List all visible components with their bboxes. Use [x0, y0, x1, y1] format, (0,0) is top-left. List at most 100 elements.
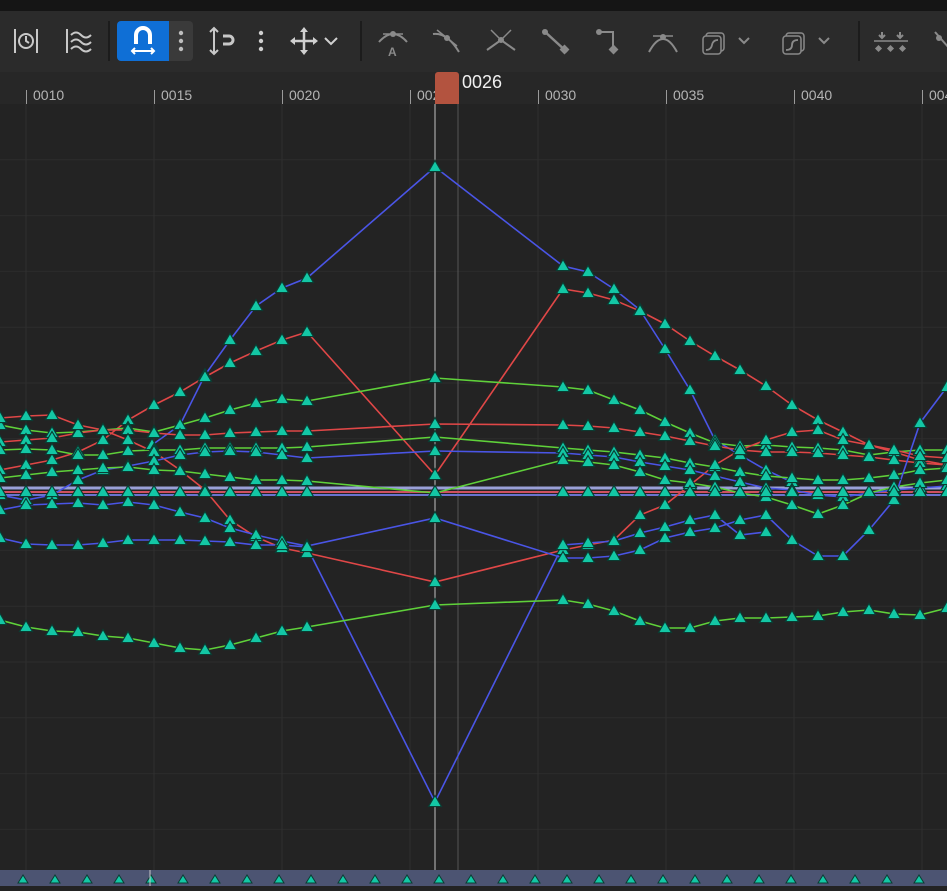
key-marker[interactable]: [276, 425, 289, 436]
overflow-tool-button[interactable]: [926, 21, 947, 61]
summary-key-marker[interactable]: [402, 875, 412, 883]
key-marker[interactable]: [250, 345, 263, 356]
normalize-button[interactable]: [202, 21, 242, 61]
user-tangent-button[interactable]: [426, 21, 468, 61]
key-marker[interactable]: [684, 384, 697, 395]
animation-curve[interactable]: [152, 167, 435, 445]
key-marker[interactable]: [709, 509, 722, 520]
summary-key-marker[interactable]: [242, 875, 252, 883]
summary-key-marker[interactable]: [466, 875, 476, 883]
key-marker[interactable]: [429, 445, 442, 456]
key-marker[interactable]: [122, 496, 135, 507]
summary-key-marker[interactable]: [786, 875, 796, 883]
summary-key-marker[interactable]: [498, 875, 508, 883]
key-marker[interactable]: [941, 381, 947, 392]
summary-key-marker[interactable]: [146, 875, 156, 883]
key-marker[interactable]: [0, 614, 7, 625]
view-curves-button[interactable]: [58, 21, 100, 61]
summary-key-marker[interactable]: [178, 875, 188, 883]
key-marker[interactable]: [812, 550, 825, 561]
key-marker[interactable]: [863, 604, 876, 615]
key-marker[interactable]: [557, 594, 570, 605]
key-marker[interactable]: [174, 386, 187, 397]
key-marker[interactable]: [429, 512, 442, 523]
linear-tangent-button[interactable]: [534, 21, 576, 61]
key-marker[interactable]: [608, 283, 621, 294]
pre-infinity-button[interactable]: [696, 21, 758, 61]
key-marker[interactable]: [148, 399, 161, 410]
key-marker[interactable]: [429, 372, 442, 383]
key-marker[interactable]: [122, 534, 135, 545]
key-marker[interactable]: [812, 424, 825, 435]
key-marker[interactable]: [557, 283, 570, 294]
time-curve-button[interactable]: [6, 21, 44, 61]
break-tangent-button[interactable]: [480, 21, 522, 61]
animation-curve[interactable]: [0, 378, 947, 455]
key-marker[interactable]: [709, 350, 722, 361]
key-marker[interactable]: [760, 526, 773, 537]
key-marker[interactable]: [941, 474, 947, 485]
summary-key-marker[interactable]: [530, 875, 540, 883]
key-marker[interactable]: [174, 534, 187, 545]
key-marker[interactable]: [760, 509, 773, 520]
more-options-button[interactable]: [250, 21, 272, 61]
key-marker[interactable]: [72, 497, 85, 508]
auto-tangent-button[interactable]: A: [372, 21, 414, 61]
key-marker[interactable]: [709, 459, 722, 470]
summary-key-marker[interactable]: [338, 875, 348, 883]
key-marker[interactable]: [634, 544, 647, 555]
summary-key-marker[interactable]: [850, 875, 860, 883]
flatten-tangent-button[interactable]: [642, 21, 684, 61]
summary-key-marker[interactable]: [274, 875, 284, 883]
key-marker[interactable]: [276, 474, 289, 485]
key-marker[interactable]: [46, 409, 59, 420]
key-marker[interactable]: [659, 499, 672, 510]
animation-curve[interactable]: [0, 437, 947, 480]
key-marker[interactable]: [148, 534, 161, 545]
summary-key-marker[interactable]: [114, 875, 124, 883]
summary-key-marker[interactable]: [370, 875, 380, 883]
key-marker[interactable]: [734, 612, 747, 623]
summary-key-marker[interactable]: [82, 875, 92, 883]
transform-tool-button[interactable]: [284, 21, 342, 61]
animation-curve[interactable]: [435, 167, 792, 482]
key-marker[interactable]: [429, 431, 442, 442]
key-marker[interactable]: [786, 399, 799, 410]
key-marker[interactable]: [760, 380, 773, 391]
snapping-options-button[interactable]: [169, 21, 193, 61]
summary-key-marker[interactable]: [818, 875, 828, 883]
summary-key-marker[interactable]: [210, 875, 220, 883]
summary-key-marker[interactable]: [306, 875, 316, 883]
key-marker[interactable]: [659, 343, 672, 354]
key-marker[interactable]: [429, 161, 442, 172]
key-marker[interactable]: [684, 335, 697, 346]
summary-key-marker[interactable]: [626, 875, 636, 883]
summary-key-marker[interactable]: [882, 875, 892, 883]
summary-key-marker[interactable]: [50, 875, 60, 883]
key-marker[interactable]: [429, 796, 442, 807]
summary-key-marker[interactable]: [434, 875, 444, 883]
post-infinity-button[interactable]: [776, 21, 838, 61]
animation-curve[interactable]: [0, 515, 766, 802]
filter-button[interactable]: [868, 21, 914, 61]
key-marker[interactable]: [224, 357, 237, 368]
summary-key-marker[interactable]: [562, 875, 572, 883]
snapping-button[interactable]: [117, 21, 169, 61]
summary-key-marker[interactable]: [594, 875, 604, 883]
animation-curve[interactable]: [0, 600, 947, 650]
summary-key-marker[interactable]: [754, 875, 764, 883]
key-bar[interactable]: [0, 870, 947, 886]
key-marker[interactable]: [659, 318, 672, 329]
playhead-handle[interactable]: [435, 72, 459, 104]
key-bar-keys[interactable]: [0, 870, 947, 886]
summary-key-marker[interactable]: [658, 875, 668, 883]
key-marker[interactable]: [659, 416, 672, 427]
summary-key-marker[interactable]: [18, 875, 28, 883]
key-marker[interactable]: [429, 418, 442, 429]
key-marker[interactable]: [557, 419, 570, 430]
key-marker[interactable]: [941, 602, 947, 613]
key-marker[interactable]: [0, 532, 7, 543]
summary-key-marker[interactable]: [914, 875, 924, 883]
key-marker[interactable]: [734, 364, 747, 375]
key-marker[interactable]: [557, 260, 570, 271]
